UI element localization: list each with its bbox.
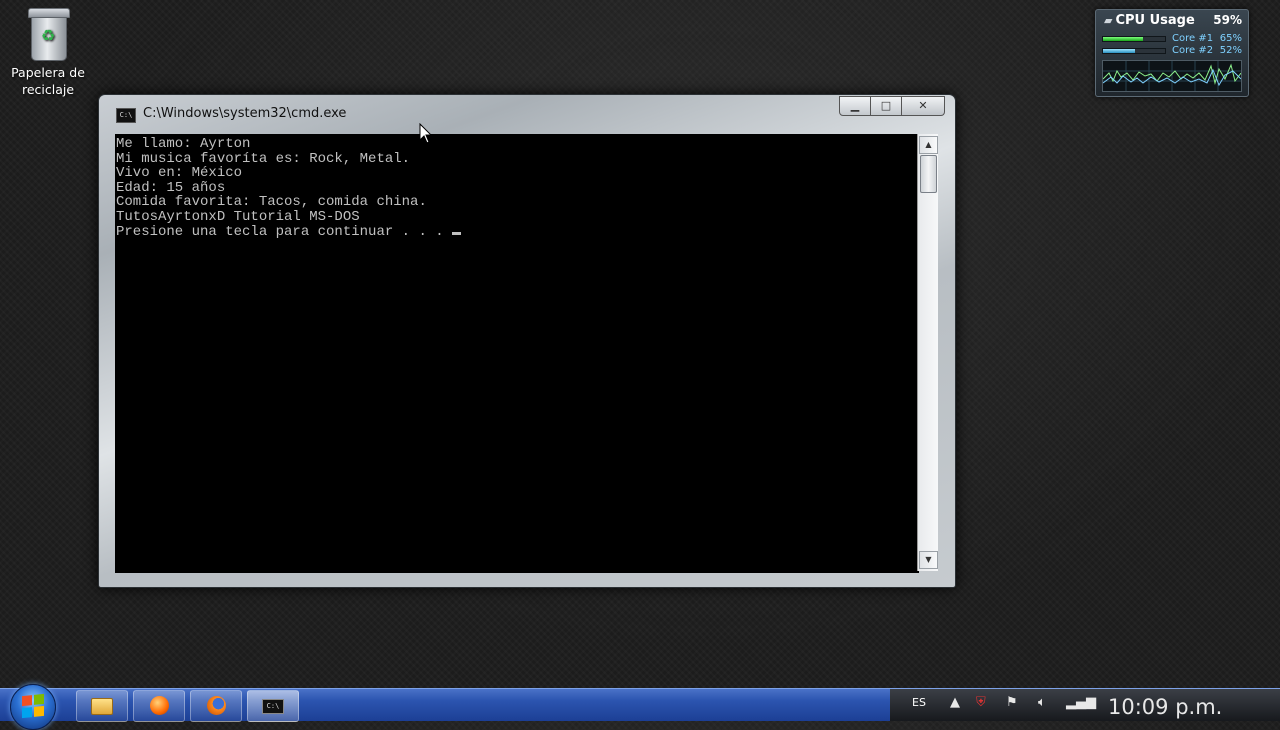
core-1-row: Core #1 65%	[1102, 33, 1242, 44]
recycle-bin-label-line1: Papelera de	[11, 65, 85, 80]
security-shield-icon[interactable]: ⛨	[976, 695, 986, 710]
volume-icon[interactable]: 🔈︎	[1038, 695, 1046, 710]
console-output[interactable]: Me llamo: Ayrton Mi musica favoríta es: …	[115, 134, 919, 573]
cmd-window-icon[interactable]: C:\	[116, 108, 136, 123]
vertical-scrollbar[interactable]: ▲ ▼	[917, 134, 938, 571]
mouse-pointer-icon	[419, 123, 433, 144]
cmd-icon: C:\	[262, 699, 284, 714]
window-controls: ▁ □ ✕	[839, 96, 945, 116]
system-clock[interactable]: 10:09 p.m.	[1108, 696, 1222, 718]
recycle-bin-label-line2: reciclaje	[21, 82, 75, 97]
cpu-usage-gadget[interactable]: ▰ CPU Usage 59% Core #1 65% Core #2 52%	[1095, 9, 1249, 97]
firefox-icon	[206, 696, 226, 715]
console-line: TutosAyrtonxD Tutorial MS-DOS	[116, 208, 360, 225]
window-titlebar[interactable]: C:\ C:\Windows\system32\cmd.exe ▁ □ ✕	[99, 95, 955, 133]
taskbar-firefox-button[interactable]	[190, 690, 242, 722]
core-1-bar	[1102, 36, 1166, 42]
taskbar: C:\ ES ▲ ⛨ ⚑ 🔈︎ ▂▄▆ 10:09 p.m.	[0, 684, 1280, 730]
core-2-row: Core #2 52%	[1102, 45, 1242, 56]
console-line: Comida favorita: Tacos, comida china.	[116, 194, 427, 211]
recycle-bin-desktop-icon[interactable]: ♻ Papelera de reciclaje	[6, 6, 90, 98]
core-2-percent: 52%	[1219, 45, 1242, 56]
console-prompt-line: Presione una tecla para continuar . . .	[116, 223, 453, 240]
console-line: Edad: 15 años	[116, 179, 226, 196]
cpu-history-graph	[1102, 60, 1242, 92]
core-2-label: Core #2	[1172, 45, 1214, 56]
media-player-icon	[149, 696, 169, 715]
core-1-percent: 65%	[1219, 33, 1242, 44]
language-indicator[interactable]: ES	[912, 696, 926, 709]
cpu-gadget-title: CPU Usage	[1115, 13, 1195, 28]
console-line: Me llamo: Ayrton	[116, 136, 251, 152]
cpu-icon: ▰	[1104, 14, 1113, 27]
text-cursor	[452, 231, 462, 235]
console-line: Mi musica favoríta es: Rock, Metal.	[116, 150, 411, 167]
cpu-total-percent: 59%	[1213, 13, 1242, 27]
taskbar-cmd-button[interactable]: C:\	[247, 690, 299, 722]
folder-icon	[91, 698, 113, 715]
windows-logo-icon	[22, 693, 44, 719]
scroll-down-arrow-icon[interactable]: ▼	[919, 551, 938, 569]
close-button[interactable]: ✕	[902, 96, 945, 116]
show-hidden-icons-icon[interactable]: ▲	[950, 695, 960, 710]
scroll-up-arrow-icon[interactable]: ▲	[919, 136, 938, 154]
recycle-bin-icon: ♻	[26, 6, 70, 61]
network-signal-icon[interactable]: ▂▄▆	[1066, 695, 1096, 710]
console-line: Vivo en: México	[116, 165, 243, 182]
core-1-label: Core #1	[1172, 33, 1214, 44]
core-2-bar	[1102, 48, 1166, 54]
taskbar-media-player-button[interactable]	[133, 690, 185, 722]
window-title: C:\Windows\system32\cmd.exe	[143, 106, 347, 121]
scroll-thumb[interactable]	[920, 155, 937, 193]
taskbar-explorer-button[interactable]	[76, 690, 128, 722]
action-center-flag-icon[interactable]: ⚑	[1006, 695, 1018, 710]
cmd-window[interactable]: C:\ C:\Windows\system32\cmd.exe ▁ □ ✕ Me…	[98, 94, 956, 588]
minimize-button[interactable]: ▁	[839, 96, 871, 116]
start-button[interactable]	[10, 684, 56, 730]
maximize-button[interactable]: □	[871, 96, 902, 116]
